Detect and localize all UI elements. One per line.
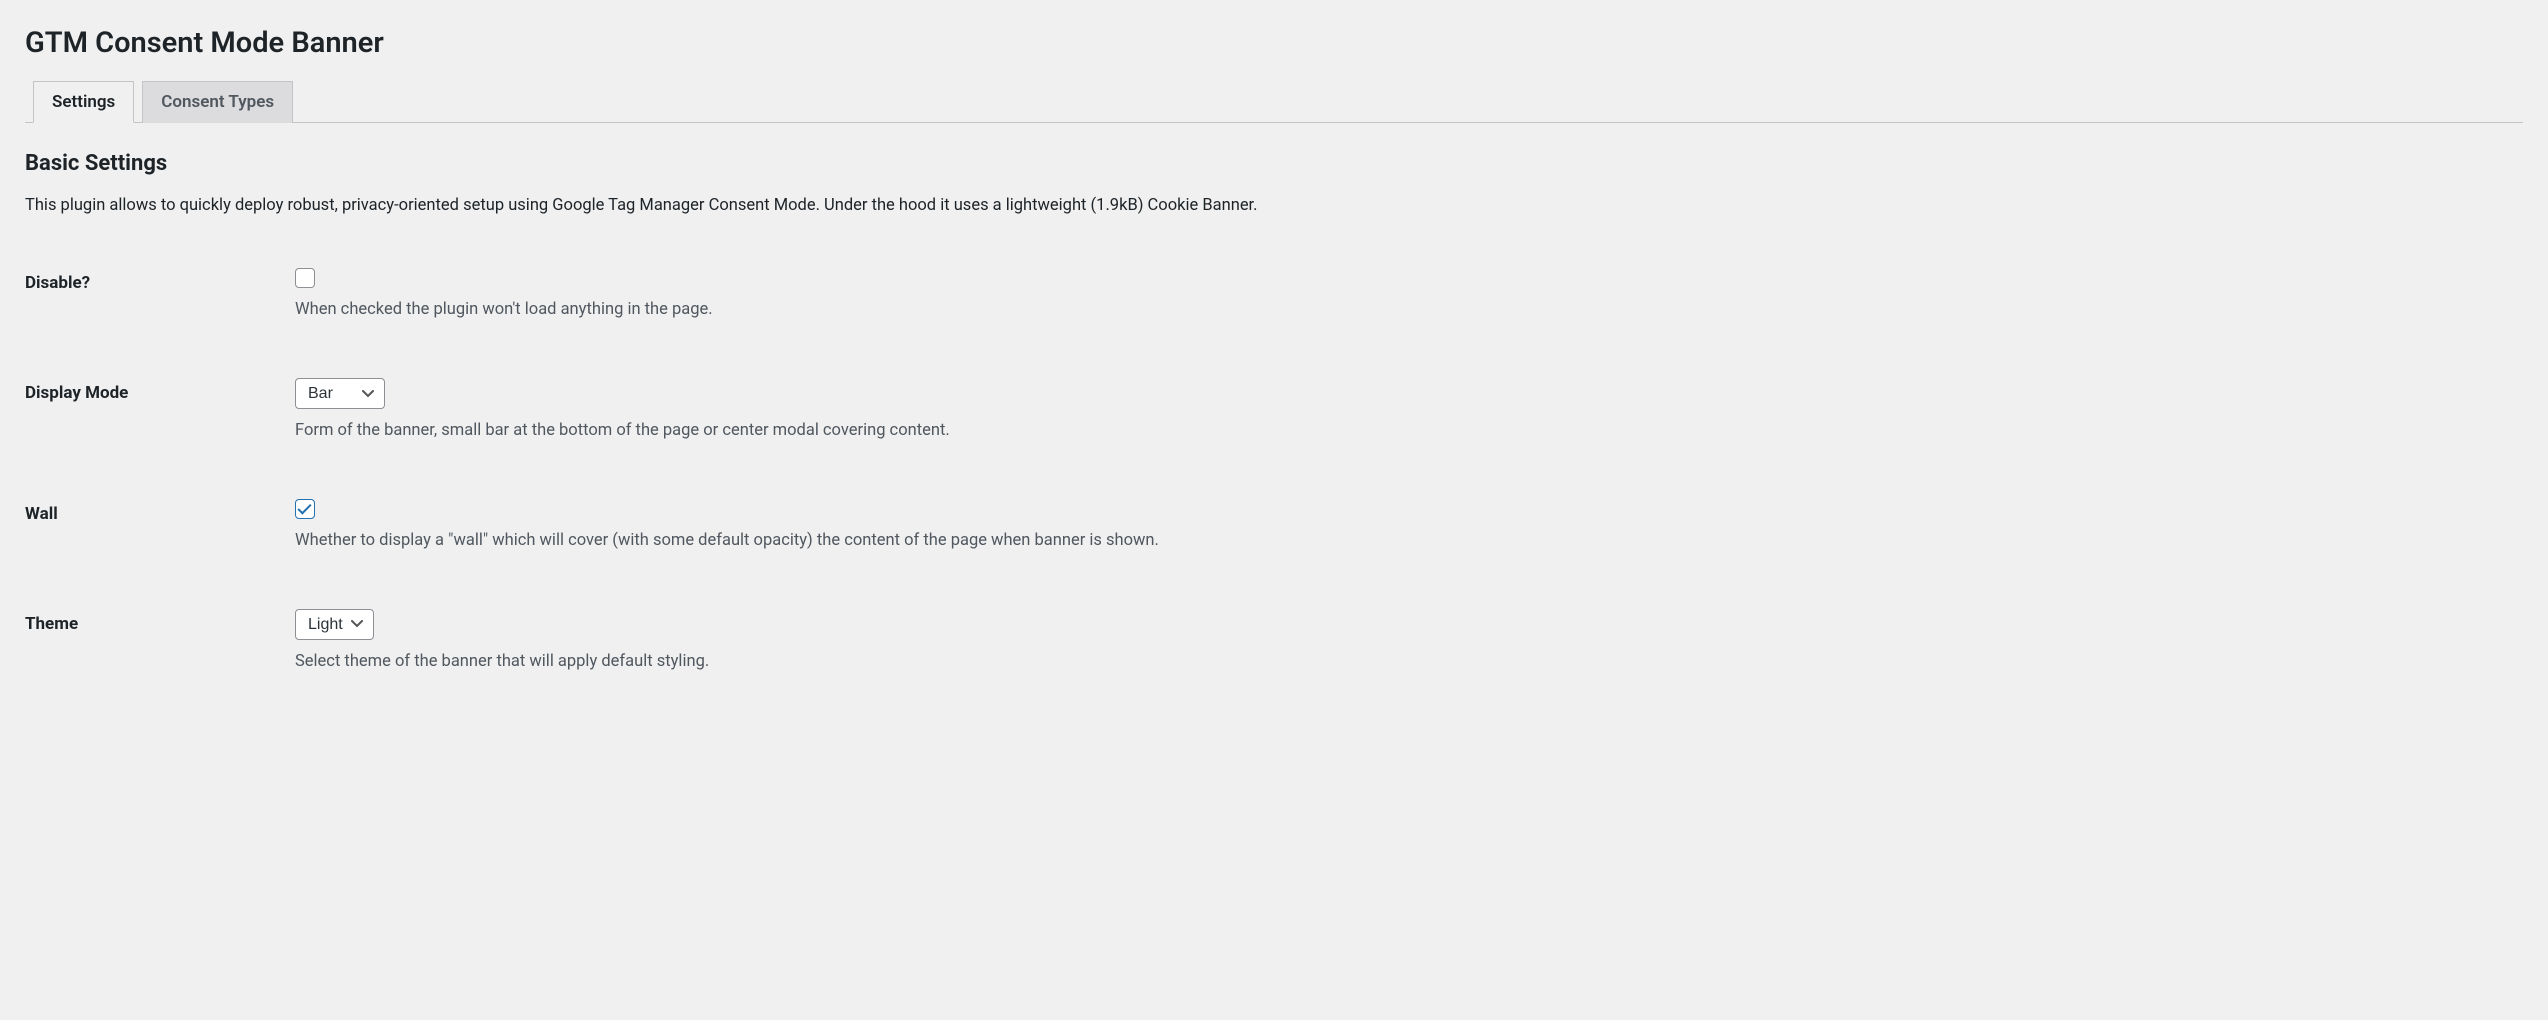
tab-settings[interactable]: Settings [33, 81, 134, 123]
theme-description: Select theme of the banner that will app… [295, 650, 2513, 675]
tab-consent-types[interactable]: Consent Types [142, 81, 293, 123]
wall-description: Whether to display a "wall" which will c… [295, 529, 2513, 554]
theme-select[interactable]: Light [295, 609, 374, 640]
display-mode-select[interactable]: Bar [295, 378, 385, 409]
label-wall: Wall [25, 484, 295, 594]
label-display-mode: Display Mode [25, 363, 295, 484]
wall-checkbox[interactable] [295, 499, 315, 519]
page-title: GTM Consent Mode Banner [25, 25, 2523, 63]
disable-description: When checked the plugin won't load anyth… [295, 298, 2513, 323]
row-wall: Wall Whether to display a "wall" which w… [25, 484, 2523, 594]
label-theme: Theme [25, 594, 295, 715]
disable-checkbox[interactable] [295, 268, 315, 288]
section-title: Basic Settings [25, 151, 2523, 176]
intro-text: This plugin allows to quickly deploy rob… [25, 194, 2523, 219]
label-disable: Disable? [25, 253, 295, 363]
form-table: Disable? When checked the plugin won't l… [25, 253, 2523, 714]
row-theme: Theme Light Select theme of the banner t… [25, 594, 2523, 715]
row-display-mode: Display Mode Bar Form of the banner, sma… [25, 363, 2523, 484]
row-disable: Disable? When checked the plugin won't l… [25, 253, 2523, 363]
display-mode-description: Form of the banner, small bar at the bot… [295, 419, 2513, 444]
tab-wrapper: Settings Consent Types [25, 81, 2523, 123]
